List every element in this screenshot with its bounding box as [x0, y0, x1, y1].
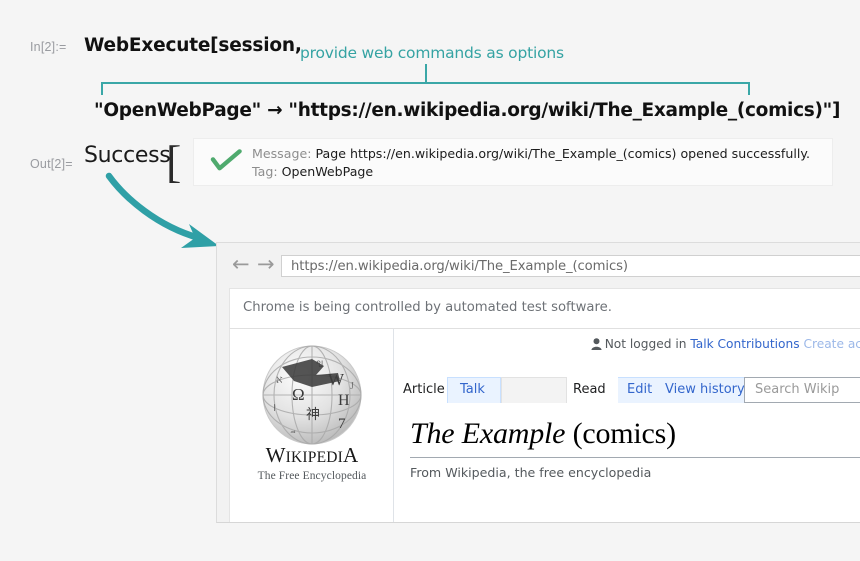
tab-view-history[interactable]: View history — [665, 377, 745, 403]
svg-text:।: । — [272, 402, 276, 414]
link-talk[interactable]: Talk — [690, 337, 713, 351]
wikipedia-tagline: The Free Encyclopedia — [257, 470, 367, 482]
browser-toolbar: ← → https://en.wikipedia.org/wiki/The_Ex… — [217, 243, 860, 288]
article-title: The Example (comics) — [410, 417, 676, 451]
wikipedia-search-placeholder: Search Wikip — [755, 382, 840, 397]
wordmark-a: A — [343, 443, 359, 467]
tab-read[interactable]: Read — [573, 377, 606, 403]
input-code-line-1[interactable]: WebExecute[session, — [84, 35, 302, 56]
wordmark-w: W — [265, 443, 286, 467]
wikipedia-wordmark[interactable]: WIKIPEDIA — [230, 443, 394, 468]
callout-arrow-icon — [105, 172, 219, 248]
svg-text:Н: Н — [338, 392, 350, 409]
tab-article[interactable]: Article — [403, 377, 445, 403]
result-tag-key: Tag: — [252, 164, 278, 179]
browser-window: ← → https://en.wikipedia.org/wiki/The_Ex… — [216, 242, 860, 523]
address-bar-text[interactable]: https://en.wikipedia.org/wiki/The_Exampl… — [291, 259, 628, 274]
wikipedia-main-column: Not logged in Talk Contributions Create … — [395, 329, 860, 522]
article-title-rule — [410, 457, 860, 458]
web-page-content: W Ω Н 神 7 א । ี J ข WIKIPEDIA — [229, 329, 860, 522]
wikipedia-tabs: Article Talk Read Edit View history Sear… — [395, 377, 860, 403]
output-success-label: Success — [84, 143, 171, 168]
tab-talk[interactable]: Talk — [460, 377, 485, 403]
annotation-bracket-bar — [101, 82, 750, 84]
svg-text:神: 神 — [306, 407, 320, 423]
article-title-rest: (comics) — [565, 417, 677, 450]
input-code-line-2[interactable]: "OpenWebPage" → "https://en.wikipedia.or… — [94, 100, 840, 121]
annotation-bracket-right-tick — [748, 82, 750, 95]
svg-text:7: 7 — [338, 416, 346, 432]
not-logged-in-label: Not logged in — [604, 337, 687, 351]
svg-text:J: J — [350, 381, 354, 392]
svg-text:א: א — [276, 374, 283, 386]
forward-arrow-icon[interactable]: → — [257, 254, 275, 275]
result-message-row: Message: Page https://en.wikipedia.org/w… — [252, 146, 810, 161]
output-head-group: Success — [84, 143, 171, 168]
wikipedia-sidebar: W Ω Н 神 7 א । ี J ข WIKIPEDIA — [230, 329, 394, 522]
tab-edit[interactable]: Edit — [627, 377, 652, 403]
result-message-key: Message: — [252, 146, 312, 161]
annotation-stem — [425, 64, 427, 83]
input-cell-label: In[2]:= — [30, 40, 67, 54]
svg-text:Ω: Ω — [292, 385, 305, 404]
tab-spacer-background — [501, 377, 567, 403]
wikipedia-globe-icon[interactable]: W Ω Н 神 7 א । ี J ข — [254, 343, 370, 447]
result-message-value: Page https://en.wikipedia.org/wiki/The_E… — [315, 146, 810, 161]
annotation-bracket-left-tick — [101, 82, 103, 95]
result-tag-row: Tag: OpenWebPage — [252, 164, 373, 179]
result-tag-value: OpenWebPage — [281, 164, 374, 179]
user-avatar-icon — [591, 338, 602, 353]
annotation-label: provide web commands as options — [300, 44, 564, 62]
output-cell-label: Out[2]= — [30, 157, 73, 171]
automation-infobar-text: Chrome is being controlled by automated … — [243, 300, 612, 315]
wikipedia-personal-tools: Not logged in Talk Contributions Create … — [591, 337, 860, 353]
back-arrow-icon[interactable]: ← — [232, 254, 250, 275]
article-title-italic: The Example — [410, 417, 566, 450]
link-contributions[interactable]: Contributions — [718, 337, 800, 351]
article-subtitle: From Wikipedia, the free encyclopedia — [410, 465, 652, 480]
link-create-account[interactable]: Create ac — [803, 337, 860, 351]
wordmark-mid: IKIPEDI — [285, 449, 344, 466]
